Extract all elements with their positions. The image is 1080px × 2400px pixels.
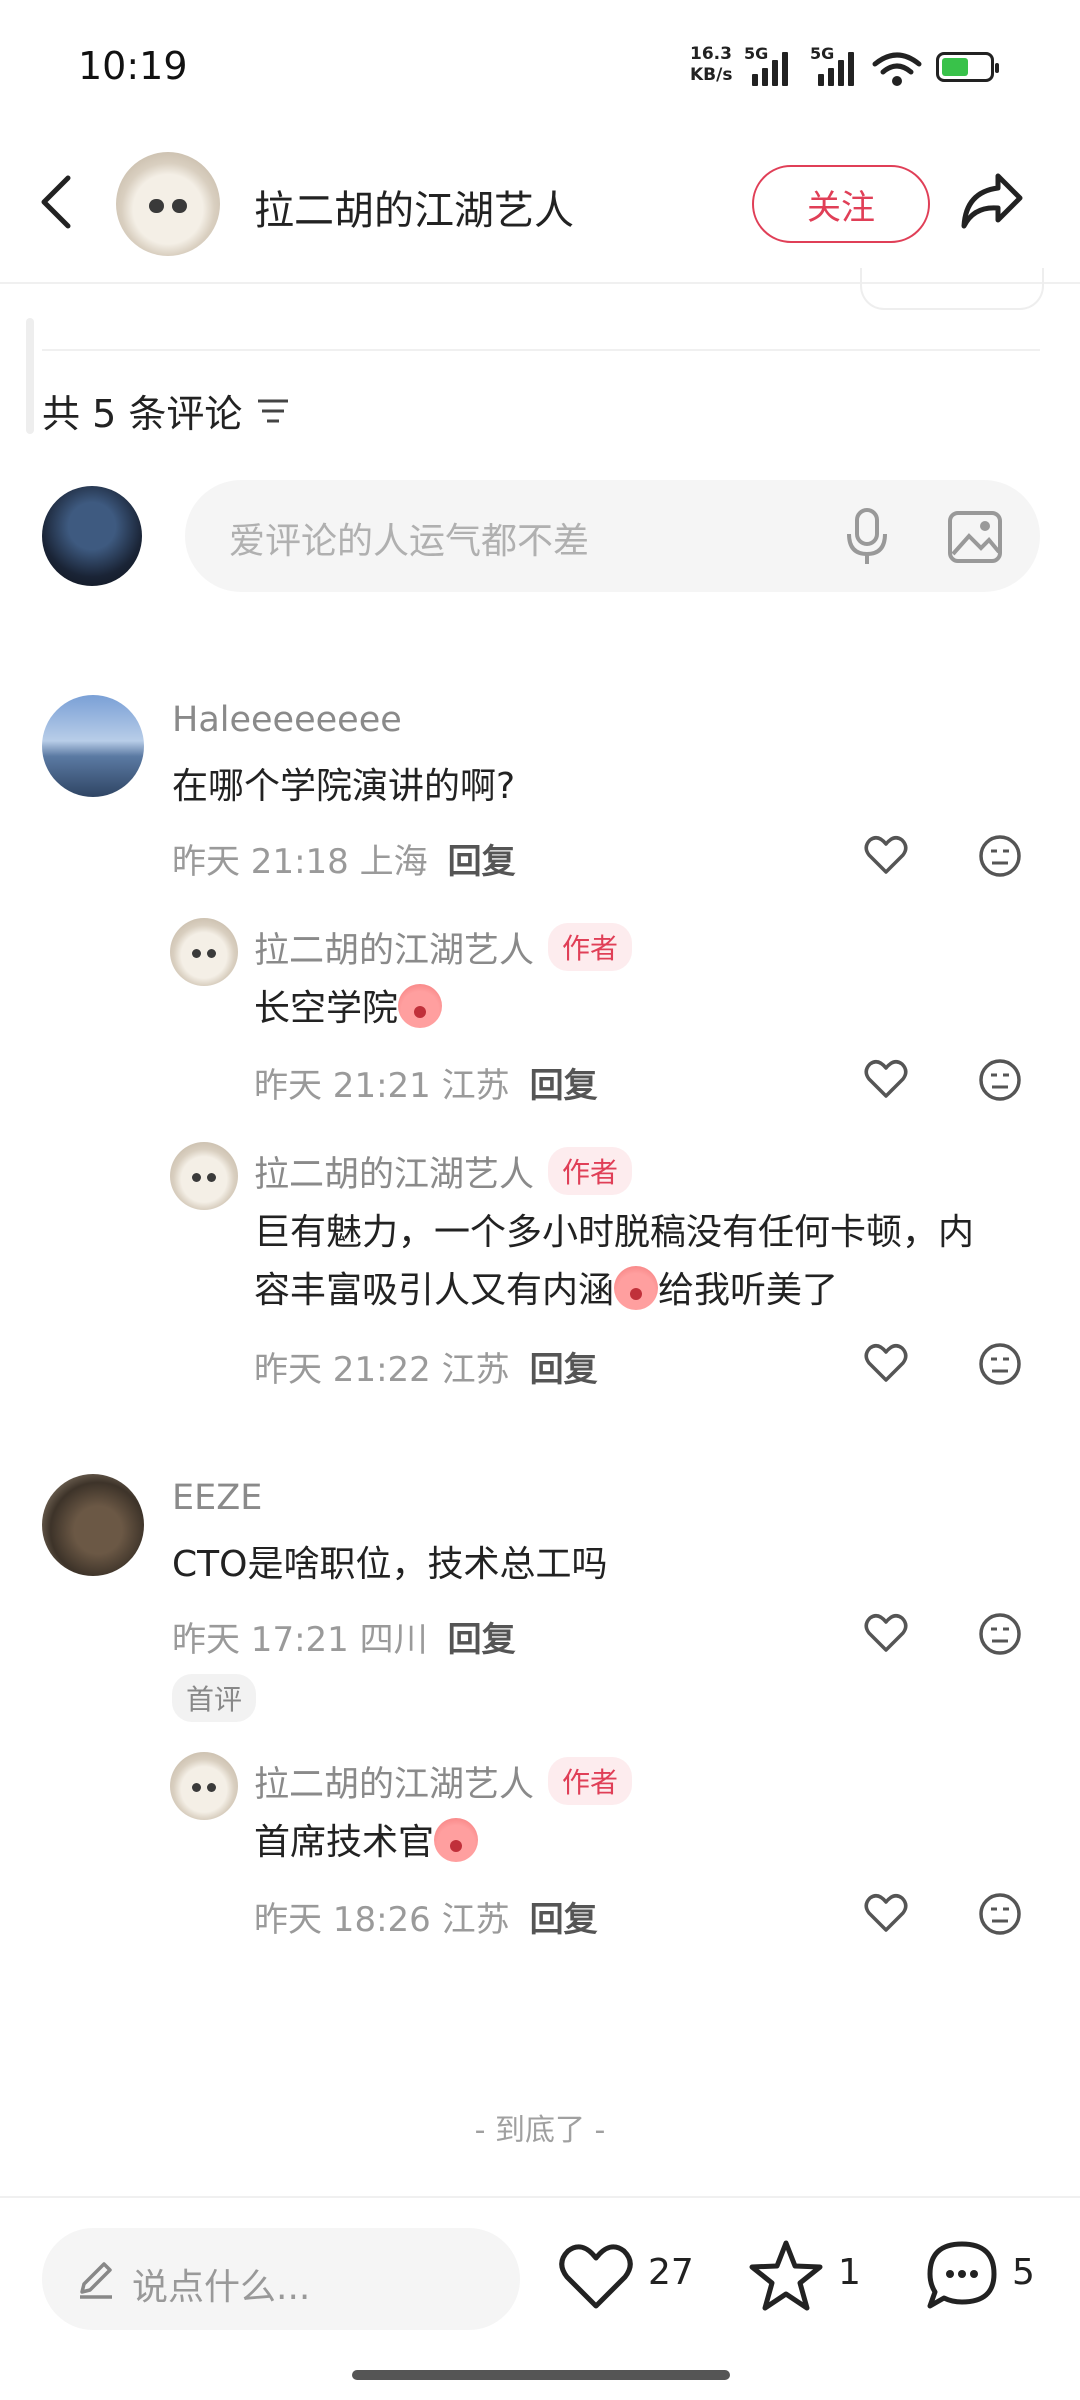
reply-username[interactable]: 拉二胡的江湖艺人 — [254, 1155, 534, 1195]
share-icon[interactable] — [958, 170, 1026, 232]
comments-count: 共 5 条评论 — [42, 383, 290, 438]
reply-meta: 昨天 18:26 江苏 — [254, 1900, 510, 1940]
comment-meta: 昨天 17:21 四川 — [172, 1620, 428, 1660]
reply-button[interactable]: 回复 — [530, 1900, 598, 1940]
comment-username[interactable]: EEZE — [172, 1478, 262, 1518]
reply-avatar[interactable] — [170, 1142, 238, 1210]
like-heart-icon[interactable] — [864, 1893, 908, 1933]
shocked-face-emoji-icon — [434, 1818, 479, 1862]
reply-meta: 昨天 21:21 江苏 — [254, 1066, 510, 1106]
reply-avatar[interactable] — [170, 1752, 238, 1820]
reply-text-line: 容丰富吸引人又有内涵 给我听美了 — [254, 1262, 1054, 1320]
dislike-face-icon[interactable] — [978, 1612, 1022, 1656]
star-count: 1 — [838, 2252, 861, 2293]
author-badge: 作者 — [548, 1147, 633, 1195]
comment-input-placeholder: 爱评论的人运气都不差 — [229, 521, 590, 562]
end-of-list-text: - 到底了 - — [474, 2113, 606, 2148]
comment-meta-row: 昨天 17:21 四川 回复 — [172, 1612, 516, 1661]
microphone-icon[interactable] — [845, 508, 889, 566]
reply-button[interactable]: 回复 — [448, 842, 516, 882]
reply-meta-row: 昨天 21:21 江苏 回复 — [254, 1058, 598, 1107]
author-badge: 作者 — [548, 1757, 633, 1805]
reply-username[interactable]: 拉二胡的江湖艺人 — [254, 1765, 534, 1805]
reply-meta: 昨天 21:22 江苏 — [254, 1350, 510, 1390]
reply-button[interactable]: 回复 — [530, 1350, 598, 1390]
comments-count-label: 共 5 条评论 — [42, 392, 243, 436]
reply-text[interactable]: 长空学院 — [254, 988, 398, 1029]
header-title[interactable]: 拉二胡的江湖艺人 — [254, 178, 574, 236]
follow-button[interactable]: 关注 — [752, 165, 930, 243]
comment-text[interactable]: 在哪个学院演讲的啊? — [172, 758, 515, 816]
reply-avatar[interactable] — [170, 918, 238, 986]
scroll-edge — [26, 318, 34, 434]
reply-meta-row: 昨天 21:22 江苏 回复 — [254, 1342, 598, 1391]
like-count: 27 — [648, 2252, 694, 2293]
bottom-comment-input[interactable]: 说点什么... — [42, 2228, 520, 2330]
reply-text-row: 首席技术官 — [254, 1814, 479, 1872]
like-heart-icon[interactable] — [864, 835, 908, 875]
comment-avatar[interactable] — [42, 1474, 144, 1576]
network-speed: 16.3 KB/s — [690, 44, 732, 86]
comment-count: 5 — [1012, 2252, 1035, 2293]
like-button-icon[interactable] — [558, 2242, 634, 2312]
wifi-icon — [872, 52, 922, 86]
sort-icon[interactable] — [256, 397, 290, 425]
dislike-face-icon[interactable] — [978, 834, 1022, 878]
signal-bars-2-icon — [818, 52, 854, 86]
star-collect-icon[interactable] — [748, 2238, 824, 2314]
dislike-face-icon[interactable] — [978, 1058, 1022, 1102]
comment-text[interactable]: CTO是啥职位，技术总工吗 — [172, 1536, 607, 1594]
author-badge: 作者 — [548, 923, 633, 971]
comment-bubble-icon[interactable] — [924, 2238, 1000, 2314]
reply-text-line: 巨有魅力，一个多小时脱稿没有任何卡顿，内 — [254, 1212, 975, 1253]
reply-button[interactable]: 回复 — [448, 1620, 516, 1660]
network-speed-value: 16.3 — [690, 44, 732, 64]
dislike-face-icon[interactable] — [978, 1892, 1022, 1936]
author-avatar[interactable] — [116, 152, 220, 256]
reply-username[interactable]: 拉二胡的江湖艺人 — [254, 931, 534, 971]
first-comment-badge: 首评 — [172, 1674, 257, 1722]
current-user-avatar[interactable] — [42, 486, 142, 586]
battery-icon — [936, 52, 999, 82]
dislike-face-icon[interactable] — [978, 1342, 1022, 1386]
network-speed-unit: KB/s — [690, 65, 733, 85]
reply-username-row: 拉二胡的江湖艺人 作者 — [254, 1146, 633, 1197]
comment-meta: 昨天 21:18 上海 — [172, 842, 428, 882]
reply-text-part: 给我听美了 — [658, 1270, 839, 1311]
comment-meta-row: 昨天 21:18 上海 回复 — [172, 834, 516, 883]
signal-bars-1-icon — [752, 52, 788, 86]
pencil-icon — [80, 2262, 112, 2299]
reply-text-part: 容丰富吸引人又有内涵 — [254, 1270, 615, 1311]
comment-username[interactable]: Haleeeeeeee — [172, 700, 402, 740]
reply-username-row: 拉二胡的江湖艺人 作者 — [254, 1756, 633, 1807]
image-icon[interactable] — [947, 510, 1003, 564]
reply-text[interactable]: 首席技术官 — [254, 1822, 434, 1863]
reply-button[interactable]: 回复 — [530, 1066, 598, 1106]
like-heart-icon[interactable] — [864, 1613, 908, 1653]
like-heart-icon[interactable] — [864, 1343, 908, 1383]
bottom-bar-divider — [0, 2196, 1080, 2198]
reply-text-block[interactable]: 巨有魅力，一个多小时脱稿没有任何卡顿，内 容丰富吸引人又有内涵 给我听美了 — [254, 1204, 1054, 1320]
like-heart-icon[interactable] — [864, 1059, 908, 1099]
reply-text-row: 长空学院 — [254, 980, 443, 1038]
home-indicator[interactable] — [352, 2370, 730, 2380]
shocked-face-emoji-icon — [398, 984, 443, 1028]
reply-meta-row: 昨天 18:26 江苏 回复 — [254, 1892, 598, 1941]
comment-input[interactable]: 爱评论的人运气都不差 — [185, 480, 1040, 592]
reply-username-row: 拉二胡的江湖艺人 作者 — [254, 922, 633, 973]
comment-avatar[interactable] — [42, 695, 144, 797]
status-time: 10:19 — [78, 44, 188, 88]
back-arrow-icon[interactable] — [36, 174, 76, 230]
partial-chip — [860, 268, 1044, 310]
crying-face-emoji-icon — [614, 1266, 659, 1310]
section-divider — [42, 349, 1040, 351]
bottom-input-placeholder: 说点什么... — [132, 2267, 311, 2308]
